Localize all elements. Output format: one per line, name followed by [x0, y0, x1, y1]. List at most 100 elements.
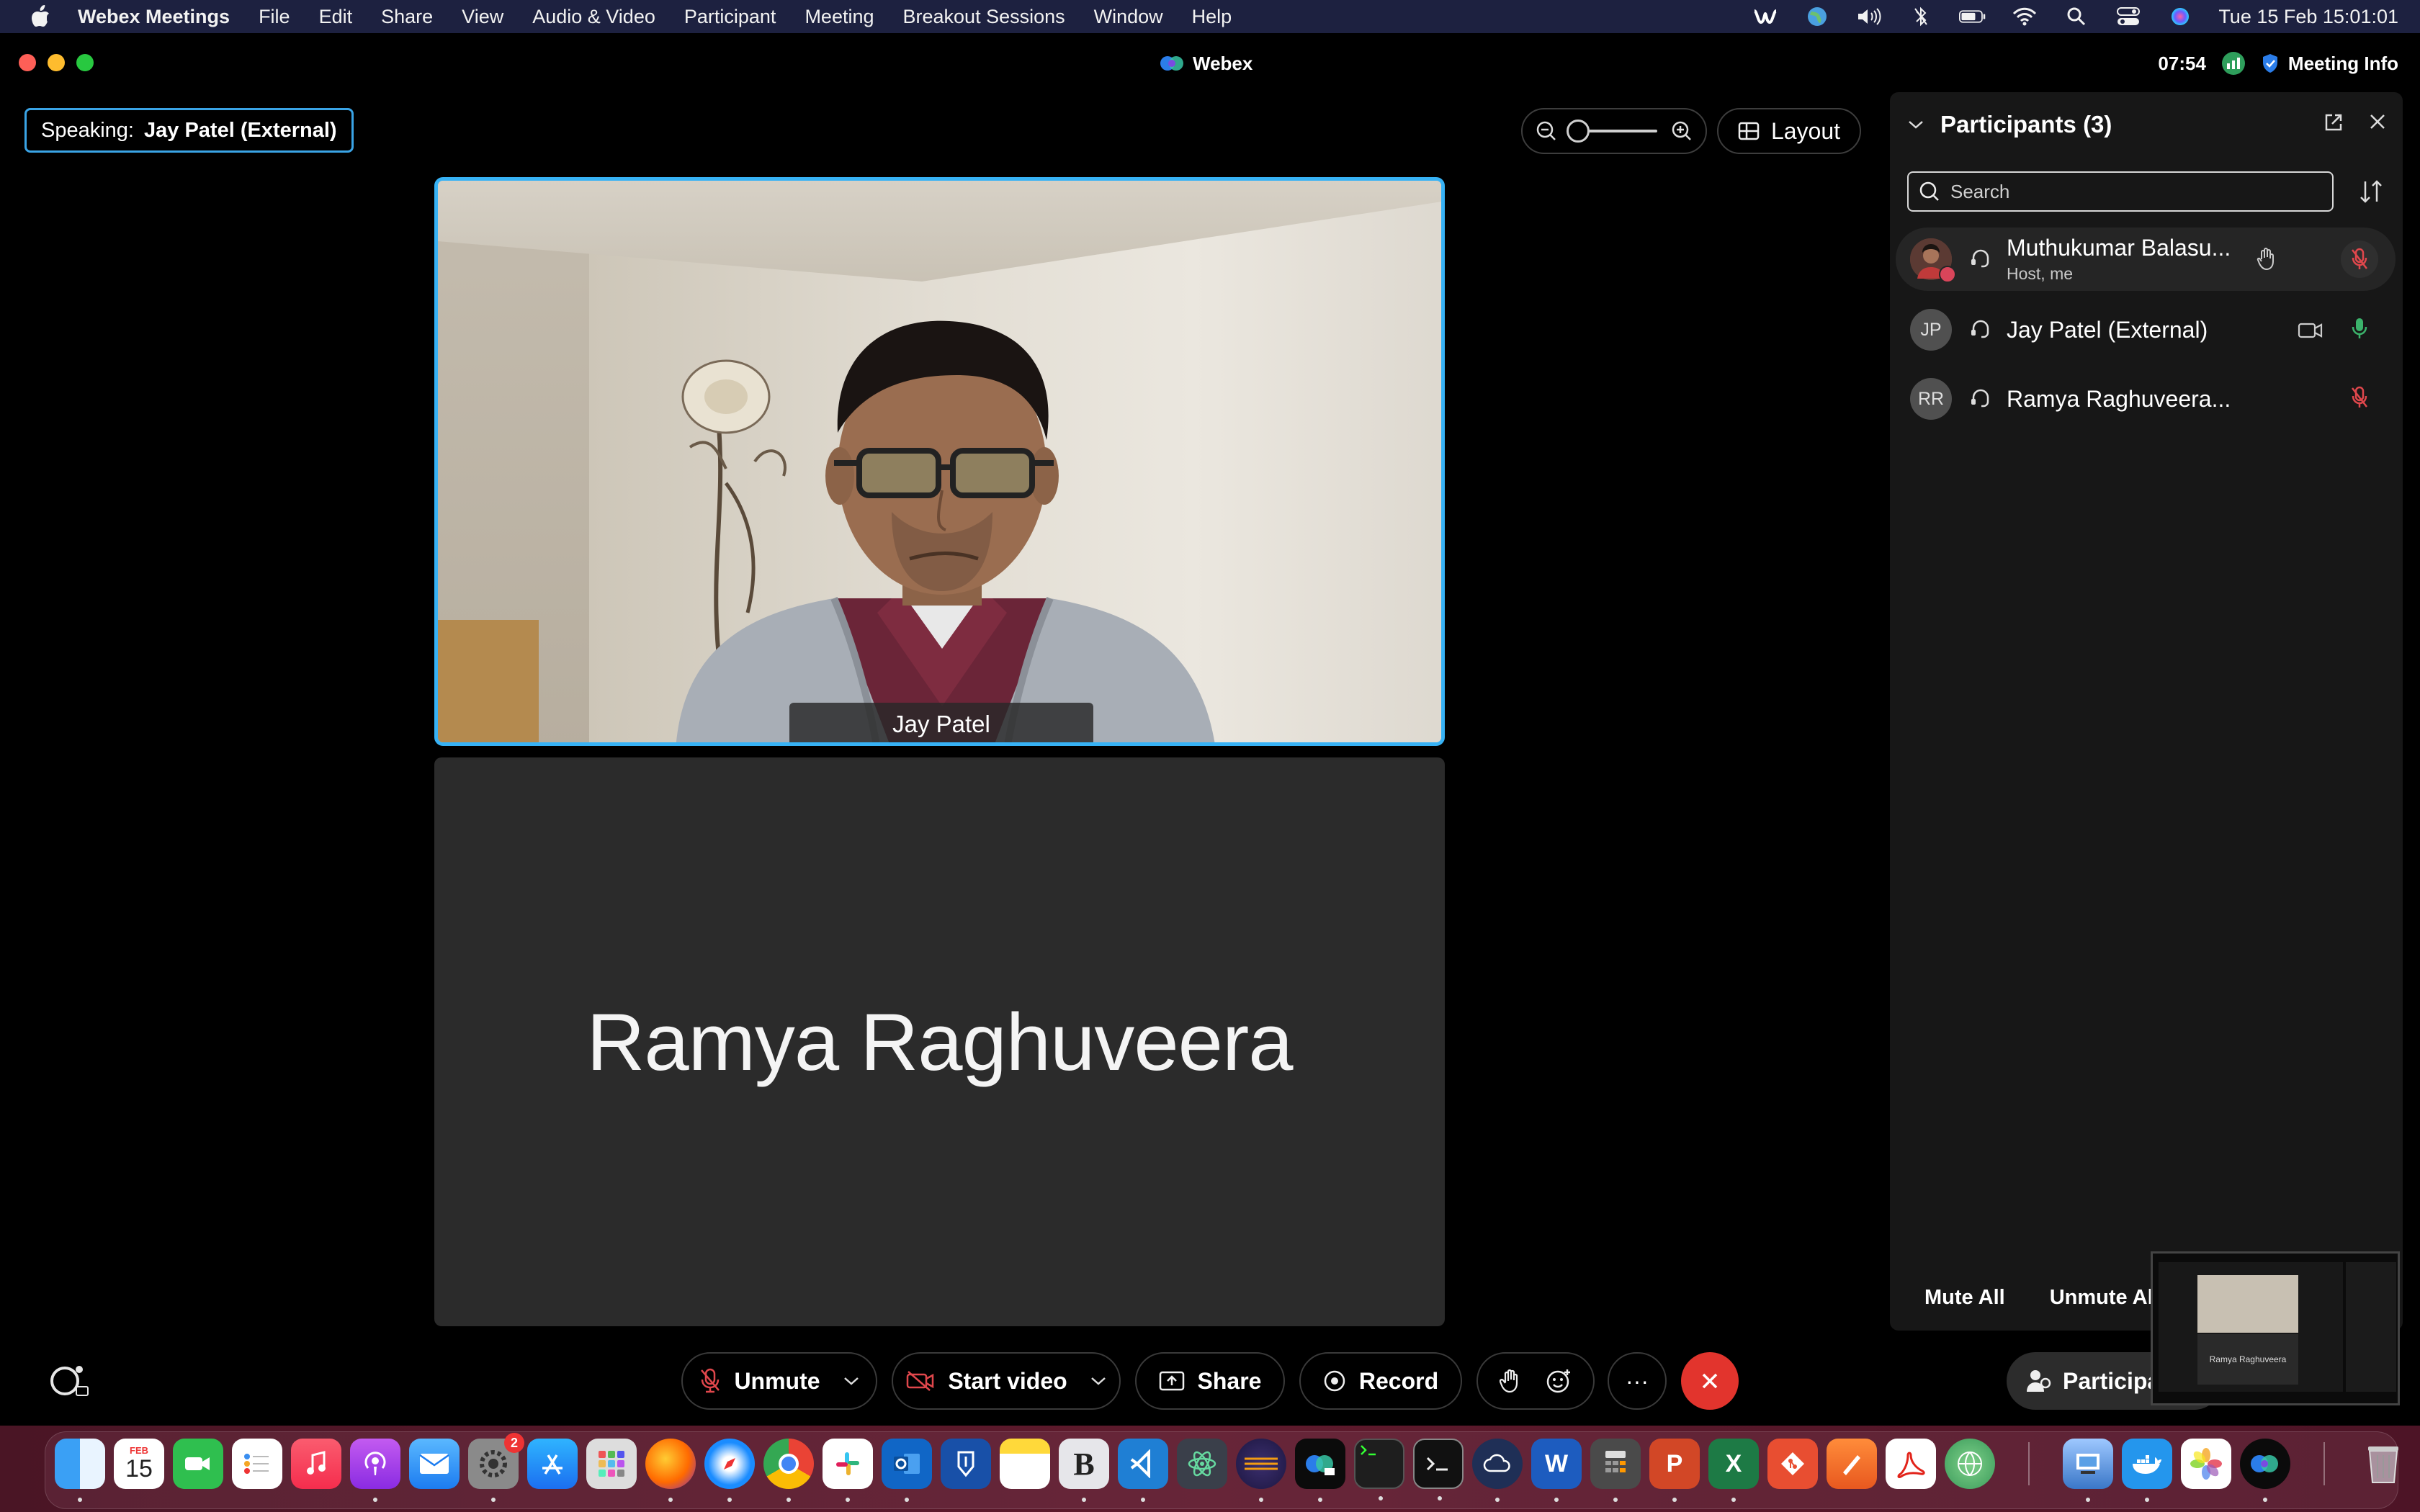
spotlight-search-icon[interactable] [2063, 6, 2090, 27]
network-globe-icon[interactable] [1945, 1439, 1995, 1489]
apple-menu-icon[interactable] [26, 2, 55, 31]
wifi-icon[interactable] [2011, 6, 2038, 27]
mute-all-button[interactable]: Mute All [1924, 1286, 2005, 1310]
terminal-icon[interactable] [1354, 1439, 1404, 1500]
popout-icon[interactable] [2323, 112, 2344, 132]
docker-icon[interactable] [2122, 1439, 2172, 1502]
participant-row-ramya[interactable]: RR Ramya Raghuveera... [1896, 367, 2396, 431]
layout-button[interactable]: Layout [1717, 108, 1861, 154]
preview-icon[interactable] [2063, 1439, 2113, 1502]
zoom-slider[interactable] [1567, 120, 1657, 143]
chrome-icon[interactable] [763, 1439, 814, 1502]
meeting-info-button[interactable]: Meeting Info [2261, 53, 2398, 75]
notes-icon[interactable] [1000, 1439, 1050, 1489]
video-tile-no-video[interactable]: Ramya Raghuveera [434, 757, 1445, 1326]
bbedit-icon[interactable]: B [1059, 1439, 1109, 1502]
atom-icon[interactable] [1177, 1439, 1227, 1489]
reaction-emoji-icon[interactable] [1546, 1368, 1572, 1394]
reminders-icon[interactable] [232, 1439, 282, 1489]
mail-icon[interactable] [409, 1439, 460, 1489]
zoom-out-icon[interactable] [1536, 120, 1557, 142]
mic-muted-icon[interactable] [2351, 386, 2368, 410]
vpn-globe-icon[interactable] [1803, 6, 1831, 27]
acrobat-icon[interactable] [1886, 1439, 1936, 1489]
photos-icon[interactable] [2181, 1439, 2231, 1489]
activity-status-icon[interactable] [48, 1361, 91, 1401]
menu-participant[interactable]: Participant [684, 6, 776, 28]
zoom-in-icon[interactable] [1671, 120, 1693, 142]
battery-icon[interactable] [1959, 6, 1986, 27]
participant-mute-toggle[interactable] [2341, 240, 2378, 278]
end-meeting-button[interactable] [1681, 1352, 1739, 1410]
vscode-icon[interactable] [1118, 1439, 1168, 1502]
unmute-button[interactable]: Unmute [681, 1352, 877, 1410]
record-button[interactable]: Record [1299, 1352, 1462, 1410]
sort-icon[interactable] [2357, 177, 2385, 206]
avatar [1910, 238, 1956, 283]
mic-icon[interactable] [2351, 317, 2368, 341]
git-icon[interactable] [1767, 1439, 1818, 1489]
chevron-down-icon[interactable] [1090, 1376, 1106, 1386]
close-window-button[interactable] [19, 54, 36, 71]
powerpoint-icon[interactable]: P [1649, 1439, 1700, 1502]
system-preferences-icon[interactable]: 2 [468, 1433, 524, 1502]
menu-window[interactable]: Window [1094, 6, 1163, 28]
keypass-icon[interactable] [941, 1439, 991, 1489]
control-center-icon[interactable] [2115, 6, 2142, 27]
webex-meetings-icon[interactable] [2240, 1439, 2290, 1502]
screen-share-preview-thumbnail[interactable]: Ramya Raghuveera [2151, 1251, 2400, 1405]
menu-file[interactable]: File [259, 6, 290, 28]
menubar-clock[interactable]: Tue 15 Feb 15:01:01 [2218, 6, 2398, 28]
siri-icon[interactable] [2166, 6, 2194, 27]
chevron-down-icon[interactable] [843, 1376, 859, 1386]
participant-search-field[interactable] [1907, 171, 2334, 212]
webex-teams-icon[interactable] [1295, 1439, 1345, 1502]
excel-icon[interactable]: X [1708, 1439, 1759, 1502]
menu-edit[interactable]: Edit [319, 6, 353, 28]
calendar-icon[interactable]: FEB 15 [114, 1439, 164, 1489]
bluetooth-icon[interactable] [1907, 6, 1935, 27]
network-health-icon[interactable] [2221, 52, 2245, 75]
close-icon[interactable] [2368, 112, 2387, 131]
participant-row-jay[interactable]: JP Jay Patel (External) [1896, 298, 2396, 361]
sketch-icon[interactable] [1827, 1439, 1877, 1489]
word-icon[interactable]: W [1531, 1439, 1582, 1502]
firefox-icon[interactable] [645, 1439, 696, 1502]
cisco-cloud-icon[interactable] [1472, 1439, 1523, 1502]
webex-status-icon[interactable] [1752, 6, 1779, 27]
safari-icon[interactable] [704, 1439, 755, 1502]
slack-icon[interactable] [823, 1439, 873, 1502]
participant-search-input[interactable] [1950, 180, 2311, 203]
menu-audio-video[interactable]: Audio & Video [532, 6, 655, 28]
preview-video-tile [2197, 1275, 2298, 1333]
iterm-icon[interactable] [1413, 1439, 1464, 1500]
calculator-icon[interactable] [1590, 1439, 1641, 1502]
raise-hand-icon[interactable] [1500, 1368, 1521, 1394]
menu-share[interactable]: Share [381, 6, 433, 28]
finder-icon[interactable] [55, 1439, 105, 1502]
menu-breakout-sessions[interactable]: Breakout Sessions [903, 6, 1065, 28]
app-store-icon[interactable] [527, 1439, 578, 1489]
menu-view[interactable]: View [462, 6, 503, 28]
more-options-button[interactable]: ··· [1608, 1352, 1667, 1410]
menu-help[interactable]: Help [1192, 6, 1232, 28]
zoom-slider-handle[interactable] [1567, 120, 1590, 143]
podcasts-icon[interactable] [350, 1439, 400, 1502]
participant-row-host[interactable]: Muthukumar Balasu... Host, me [1896, 228, 2396, 291]
launchpad-icon[interactable] [586, 1439, 637, 1489]
minimize-window-button[interactable] [48, 54, 65, 71]
unmute-all-button[interactable]: Unmute Al [2050, 1286, 2154, 1310]
start-video-button[interactable]: Start video [892, 1352, 1121, 1410]
fullscreen-window-button[interactable] [76, 54, 94, 71]
outlook-icon[interactable] [882, 1439, 932, 1502]
share-button[interactable]: Share [1135, 1352, 1285, 1410]
facetime-icon[interactable] [173, 1439, 223, 1489]
music-icon[interactable] [291, 1439, 341, 1489]
menu-app-name[interactable]: Webex Meetings [78, 6, 230, 28]
eclipse-icon[interactable] [1236, 1439, 1286, 1502]
chevron-down-icon[interactable] [1907, 119, 1924, 130]
video-tile-active-speaker[interactable]: Jay Patel [434, 177, 1445, 746]
menu-meeting[interactable]: Meeting [805, 6, 874, 28]
trash-icon[interactable] [2358, 1439, 2408, 1489]
volume-icon[interactable] [1855, 6, 1883, 27]
